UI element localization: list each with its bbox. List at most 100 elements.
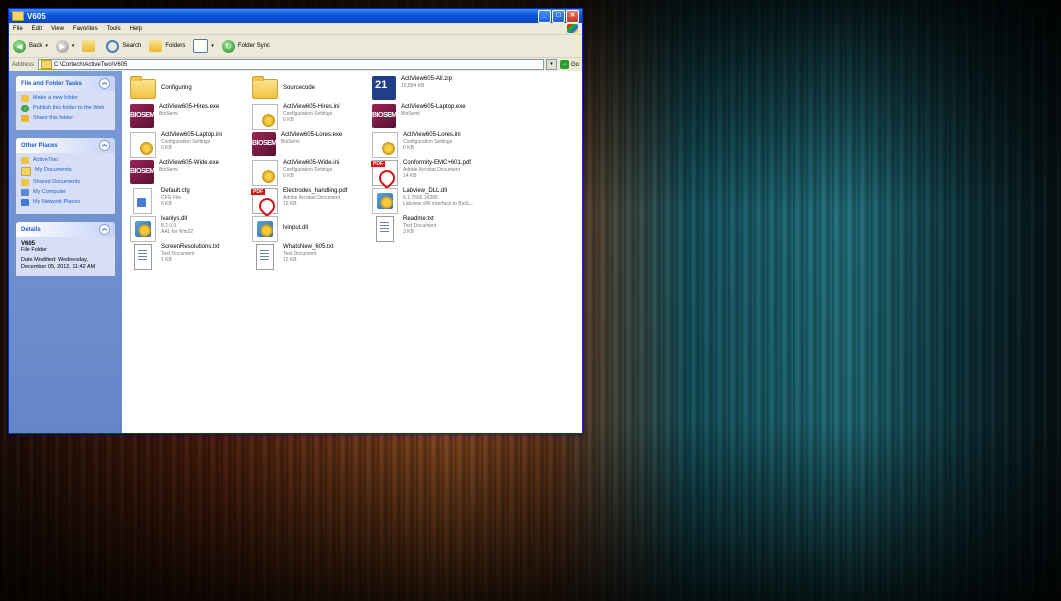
menu-help[interactable]: Help [130,26,142,32]
pdf-icon [371,160,398,186]
place-shared-documents[interactable]: Shared Documents [21,179,110,186]
go-button[interactable]: → Go [559,60,579,69]
close-button[interactable]: ✕ [566,9,579,23]
share-icon [21,115,29,122]
panel-header[interactable]: File and Folder Tasks ︽ [16,76,115,91]
menu-favorites[interactable]: Favorites [73,26,98,32]
file-type: BioSemi [159,111,178,117]
details-modified: Date Modified: Wednesday, December 05, 2… [21,257,96,270]
file-type: BioSemi [401,111,420,117]
menu-tools[interactable]: Tools [107,26,121,32]
file-size: 19 KB [283,201,297,207]
file-list: Configuring Sourcecode ActiView605-All.zip… [122,71,582,433]
forward-arrow-icon: ▶ [55,39,69,53]
search-button[interactable]: Search [106,39,141,53]
task-share-folder[interactable]: Share this folder [21,115,110,122]
file-item[interactable]: ScreenResolutions.txt Text Document 1 KB [130,244,250,272]
file-item[interactable]: BIOSEMI ActiView605-Laptop.exe BioSemi [372,104,492,132]
file-type: BioSemi [159,167,178,173]
back-button[interactable]: ◀ Back ▾ [13,39,48,53]
file-size: 14 KB [403,173,417,179]
address-input[interactable]: C:\Cortech\ActiveTwo\V605 [38,59,544,70]
dll-icon [372,188,398,214]
folder-sync-button[interactable]: ↻ Folder Sync [221,39,270,53]
file-item[interactable]: ActiView605-Wide.ini Configuration Settin… [252,160,372,188]
folders-button[interactable]: Folders [149,40,185,52]
chevron-down-icon[interactable]: ▾ [72,43,75,49]
go-arrow-icon: → [559,60,569,69]
file-name: ScreenResolutions.txt [161,244,220,250]
file-size: 1 KB [161,257,172,263]
file-item[interactable]: Conformity-EMC+601.pdfAdobe Acrobat Docu… [371,160,492,188]
file-size: 0 KB [283,117,294,123]
file-item[interactable]: Electrodes_handling.pdfAdobe Acrobat Doc… [251,188,372,216]
up-button[interactable] [82,40,98,52]
file-text: ScreenResolutions.txt Text Document 1 KB [161,244,219,263]
file-name: Default.cfg [161,188,190,194]
collapse-icon[interactable]: ︽ [99,224,110,235]
task-publish-to-web[interactable]: Publish this folder to the Web [21,105,110,112]
file-text: Conformity-EMC+601.pdf Adobe Acrobat Docu… [403,160,471,179]
file-text: ActiView605-Hires.exe BioSemi [159,104,219,117]
file-text: ActiView605-Hires.ini Configuration Setti… [283,104,340,123]
task-pane: File and Folder Tasks ︽ Make a new folde… [9,71,122,433]
back-arrow-icon: ◀ [13,39,26,53]
details-type: File Folder [21,247,47,253]
place-my-network-places[interactable]: My Network Places [21,199,110,206]
file-name: ActiView605-Hires.exe [159,104,220,110]
file-item[interactable]: WhatsNew_605.txt Text Document 12 KB [252,244,372,272]
ini-icon [130,132,156,158]
menu-edit[interactable]: Edit [32,26,42,32]
file-item[interactable]: Readme.txt Text Document 3 KB [372,216,492,244]
file-size: 6 KB [161,201,172,207]
place-my-computer[interactable]: My Computer [21,189,110,196]
windows-logo-icon [567,24,578,33]
file-folder-tasks-panel: File and Folder Tasks ︽ Make a new folde… [16,76,115,130]
biosemi-icon: BIOSEMI [252,132,279,156]
shared-folder-icon [21,179,29,186]
file-name: Configuring [161,85,192,91]
panel-header[interactable]: Other Places ︽ [16,138,115,153]
file-name: Sourcecode [283,85,316,91]
file-item[interactable]: BIOSEMI ActiView605-Wide.exe BioSemi [130,160,250,188]
biosemi-icon: BIOSEMI [372,104,399,128]
menu-view[interactable]: View [51,26,64,32]
file-type: BioSemi [281,139,300,145]
minimize-button[interactable]: _ [538,9,551,23]
address-dropdown-button[interactable]: ▾ [545,59,557,70]
task-make-new-folder[interactable]: Make a new folder [21,95,110,102]
file-item[interactable]: Default.cfg CFG File 6 KB [130,188,250,216]
file-item[interactable]: ActiView605-Lores.ini Configuration Setti… [372,132,492,160]
place-my-documents[interactable]: My Documents [21,167,110,176]
collapse-icon[interactable]: ︽ [99,78,110,89]
file-item[interactable]: Sourcecode [252,76,372,104]
place-activetwo[interactable]: ActiveTwo [21,157,110,164]
file-item[interactable]: lvinput.dll [252,216,372,244]
file-item[interactable]: Labview_DLL.dll 6.1.7600.16385 Labview x86… [372,188,492,216]
chevron-down-icon[interactable]: ▾ [45,43,48,49]
file-item[interactable]: ActiView605-Hires.ini Configuration Setti… [252,104,372,132]
panel-header[interactable]: Details ︽ [16,222,115,237]
file-size: 0 KB [403,145,414,151]
file-text: Readme.txt Text Document 3 KB [403,216,436,235]
views-button[interactable]: ▾ [193,39,214,53]
collapse-icon[interactable]: ︽ [99,140,110,151]
title-bar[interactable]: V605 _ □ ✕ [9,9,582,23]
file-item[interactable]: Configuring [130,76,250,104]
file-text: ActiView605-Laptop.ini Configuration Sett… [161,132,222,151]
menu-file[interactable]: File [13,26,23,32]
file-text: ActiView605-Wide.ini Configuration Settin… [283,160,339,179]
file-item[interactable]: ActiView605-All.zip10,894 KB [372,76,492,104]
forward-button[interactable]: ▶ ▾ [55,39,75,53]
file-name: WhatsNew_605.txt [283,244,334,250]
address-bar: Address C:\Cortech\ActiveTwo\V605 ▾ → Go [9,58,582,72]
file-item[interactable]: ActiView605-Laptop.ini Configuration Sett… [130,132,250,160]
file-item[interactable]: lvanlys.dll 8.2.0.0 AAL for Win32 [130,216,250,244]
dll-icon [130,216,156,242]
file-item[interactable]: BIOSEMI ActiView605-Hires.exe BioSemi [130,104,250,132]
file-item[interactable]: BIOSEMI ActiView605-Lores.exe BioSemi [252,132,372,160]
folder-up-icon [82,40,96,52]
maximize-button[interactable]: □ [552,9,565,23]
folder-icon [130,76,156,99]
file-name: ActiView605-Laptop.exe [401,104,466,110]
